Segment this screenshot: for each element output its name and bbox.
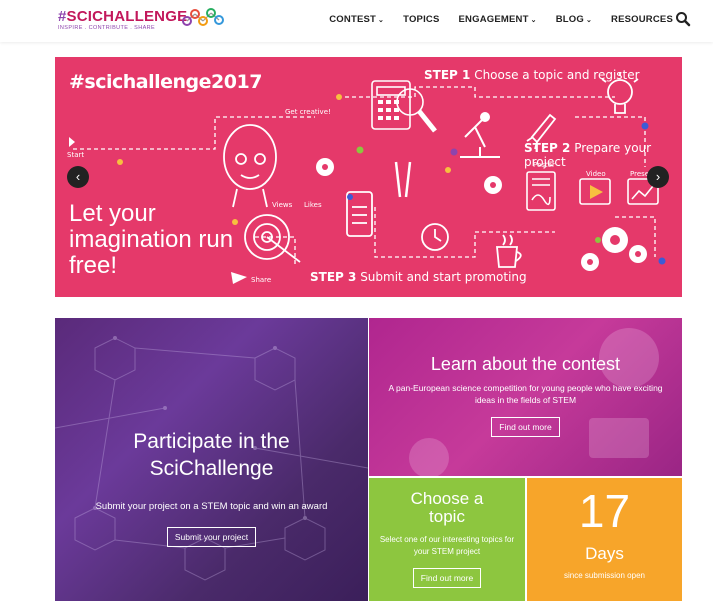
main-nav: CONTEST ⌄ TOPICS ENGAGEMENT ⌄ BLOG ⌄ RESOUR… xyxy=(310,14,673,25)
logo-tagline: INSPIRE . CONTRIBUTE . SHARE xyxy=(58,25,156,31)
choose-find-out-more-button[interactable]: Find out more xyxy=(412,568,482,588)
slider-next-button[interactable]: › xyxy=(647,166,669,188)
choose-title: Choose a topic xyxy=(410,489,484,526)
days-unit: Days xyxy=(585,544,624,563)
learn-find-out-more-button[interactable]: Find out more xyxy=(491,417,560,437)
learn-contest-tile[interactable]: Learn about the contest A pan-European s… xyxy=(369,318,682,476)
hero-slider: #scichallenge2017 Let your imagination r… xyxy=(55,57,682,297)
nav-contest[interactable]: CONTEST ⌄ xyxy=(329,14,384,25)
chevron-down-icon: ⌄ xyxy=(585,17,593,24)
start-label: Start xyxy=(67,151,85,159)
site-logo[interactable]: #SCICHALLENGE INSPIRE . CONTRIBUTE . SHA… xyxy=(58,8,224,31)
feature-tiles: Participate in the SciChallenge Submit y… xyxy=(55,318,682,601)
poster-label: Poster xyxy=(533,161,555,169)
molecule-logo-icon xyxy=(182,8,224,26)
video-label: Video xyxy=(586,170,606,178)
nav-blog[interactable]: BLOG ⌄ xyxy=(556,14,592,25)
step-3-label: STEP 3 Submit and start promoting xyxy=(310,270,527,284)
learn-title: Learn about the contest xyxy=(430,354,621,374)
days-counter-tile: 17 Days since submission open xyxy=(527,478,682,601)
slider-prev-button[interactable]: ‹ xyxy=(67,166,89,188)
nav-topics[interactable]: TOPICS xyxy=(403,14,439,25)
logo-wordmark: #SCICHALLENGE xyxy=(58,8,188,25)
banner-slogan: Let your imagination run free! xyxy=(69,200,234,279)
learn-subtitle: A pan-European science competition for y… xyxy=(388,383,663,405)
participate-subtitle: Submit your project on a STEM topic and … xyxy=(95,501,328,512)
share-label: Share xyxy=(251,276,272,284)
banner-hashtag: #scichallenge2017 xyxy=(69,71,262,93)
nav-engagement[interactable]: ENGAGEMENT ⌄ xyxy=(459,14,537,25)
choose-topic-tile[interactable]: Choose a topic Select one of our interes… xyxy=(369,478,525,601)
search-icon[interactable] xyxy=(675,11,691,27)
days-caption: since submission open xyxy=(564,571,645,580)
get-creative-label: Get creative! xyxy=(285,108,331,116)
participate-tile[interactable]: Participate in the SciChallenge Submit y… xyxy=(55,318,368,601)
nav-resources[interactable]: RESOURCES xyxy=(611,14,673,25)
submit-project-button[interactable]: Submit your project xyxy=(166,527,257,547)
step-1-label: STEP 1 Choose a topic and register xyxy=(424,68,640,82)
chevron-right-icon: › xyxy=(655,169,661,184)
chevron-down-icon: ⌄ xyxy=(378,17,385,24)
head-illustration xyxy=(223,124,277,208)
chevron-down-icon: ⌄ xyxy=(530,17,537,24)
days-number: 17 xyxy=(578,485,631,537)
participate-title: Participate in the SciChallenge xyxy=(133,430,290,480)
views-label: Views xyxy=(272,201,293,209)
likes-label: Likes xyxy=(304,201,322,209)
choose-subtitle: Select one of our interesting topics for… xyxy=(379,535,515,556)
chevron-left-icon: ‹ xyxy=(75,169,81,184)
site-header: #SCICHALLENGE INSPIRE . CONTRIBUTE . SHA… xyxy=(0,0,713,42)
